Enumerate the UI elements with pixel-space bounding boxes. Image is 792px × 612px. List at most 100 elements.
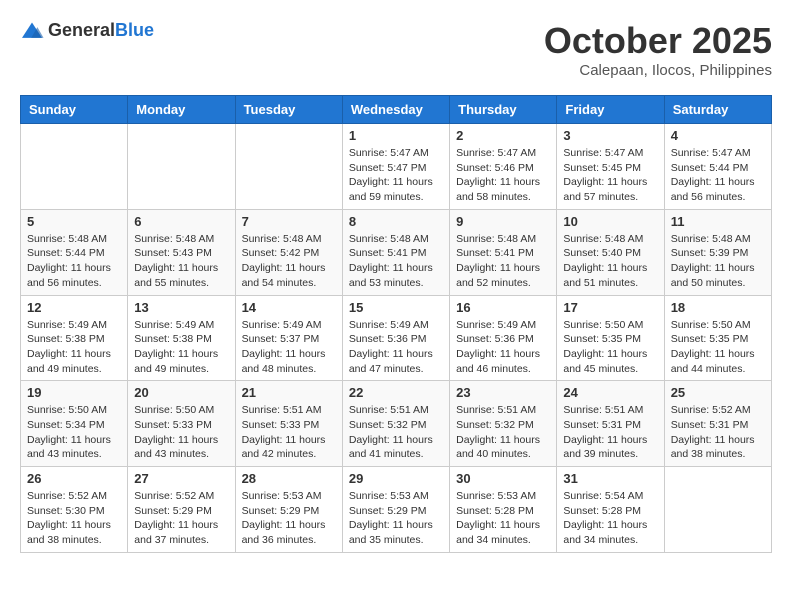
day-number: 30 [456, 471, 550, 486]
logo-blue: Blue [115, 20, 154, 40]
calendar-cell: 8Sunrise: 5:48 AM Sunset: 5:41 PM Daylig… [342, 209, 449, 295]
calendar-cell: 6 Sunrise: 5:48 AM Sunset: 5:43 PM Daylig… [128, 209, 235, 295]
day-info: Sunrise: 5:51 AM Sunset: 5:33 PM Dayligh… [242, 403, 336, 462]
day-number: 12 [27, 300, 121, 315]
day-info: Sunrise: 5:53 AM Sunset: 5:28 PM Dayligh… [456, 489, 550, 548]
calendar-cell: 11 Sunrise: 5:48 AM Sunset: 5:39 PM Dayli… [664, 209, 771, 295]
day-info: Sunrise: 5:48 AM Sunset: 5:44 PM Dayligh… [27, 232, 121, 291]
day-info: Sunrise: 5:48 AM Sunset: 5:42 PM Dayligh… [242, 232, 336, 291]
calendar-cell [664, 467, 771, 553]
calendar-cell: 29 Sunrise: 5:53 AM Sunset: 5:29 PM Dayli… [342, 467, 449, 553]
calendar-cell: 31Sunrise: 5:54 AM Sunset: 5:28 PM Dayli… [557, 467, 664, 553]
day-info: Sunrise: 5:54 AM Sunset: 5:28 PM Dayligh… [563, 489, 657, 548]
logo-icon [20, 21, 44, 41]
day-number: 1 [349, 128, 443, 143]
calendar-cell: 16Sunrise: 5:49 AM Sunset: 5:36 PM Dayli… [450, 295, 557, 381]
day-info: Sunrise: 5:47 AM Sunset: 5:47 PM Dayligh… [349, 146, 443, 205]
calendar-cell: 13 Sunrise: 5:49 AM Sunset: 5:38 PM Dayli… [128, 295, 235, 381]
day-number: 7 [242, 214, 336, 229]
calendar-table: SundayMondayTuesdayWednesdayThursdayFrid… [20, 95, 772, 553]
day-number: 22 [349, 385, 443, 400]
day-number: 6 [134, 214, 228, 229]
day-number: 24 [563, 385, 657, 400]
day-info: Sunrise: 5:50 AM Sunset: 5:35 PM Dayligh… [563, 318, 657, 377]
day-info: Sunrise: 5:48 AM Sunset: 5:43 PM Dayligh… [134, 232, 228, 291]
day-info: Sunrise: 5:48 AM Sunset: 5:41 PM Dayligh… [456, 232, 550, 291]
day-info: Sunrise: 5:51 AM Sunset: 5:31 PM Dayligh… [563, 403, 657, 462]
page-header: GeneralBlue October 2025 Calepaan, Iloco… [20, 20, 772, 79]
day-number: 4 [671, 128, 765, 143]
day-info: Sunrise: 5:51 AM Sunset: 5:32 PM Dayligh… [349, 403, 443, 462]
day-info: Sunrise: 5:48 AM Sunset: 5:41 PM Dayligh… [349, 232, 443, 291]
day-number: 13 [134, 300, 228, 315]
day-info: Sunrise: 5:49 AM Sunset: 5:36 PM Dayligh… [349, 318, 443, 377]
day-number: 29 [349, 471, 443, 486]
day-number: 23 [456, 385, 550, 400]
calendar-cell: 2Sunrise: 5:47 AM Sunset: 5:46 PM Daylig… [450, 124, 557, 210]
title-block: October 2025 Calepaan, Ilocos, Philippin… [544, 20, 772, 79]
day-info: Sunrise: 5:51 AM Sunset: 5:32 PM Dayligh… [456, 403, 550, 462]
day-info: Sunrise: 5:49 AM Sunset: 5:38 PM Dayligh… [27, 318, 121, 377]
day-number: 17 [563, 300, 657, 315]
day-number: 27 [134, 471, 228, 486]
day-info: Sunrise: 5:49 AM Sunset: 5:38 PM Dayligh… [134, 318, 228, 377]
day-info: Sunrise: 5:53 AM Sunset: 5:29 PM Dayligh… [242, 489, 336, 548]
calendar-cell: 27 Sunrise: 5:52 AM Sunset: 5:29 PM Dayli… [128, 467, 235, 553]
calendar-cell: 15Sunrise: 5:49 AM Sunset: 5:36 PM Dayli… [342, 295, 449, 381]
day-info: Sunrise: 5:50 AM Sunset: 5:34 PM Dayligh… [27, 403, 121, 462]
day-number: 14 [242, 300, 336, 315]
location-subtitle: Calepaan, Ilocos, Philippines [544, 62, 772, 79]
day-number: 18 [671, 300, 765, 315]
week-row-3: 19Sunrise: 5:50 AM Sunset: 5:34 PM Dayli… [21, 381, 772, 467]
calendar-cell: 1 Sunrise: 5:47 AM Sunset: 5:47 PM Daylig… [342, 124, 449, 210]
month-title: October 2025 [544, 20, 772, 62]
day-info: Sunrise: 5:52 AM Sunset: 5:31 PM Dayligh… [671, 403, 765, 462]
logo: GeneralBlue [20, 20, 154, 41]
day-info: Sunrise: 5:48 AM Sunset: 5:40 PM Dayligh… [563, 232, 657, 291]
week-row-2: 12 Sunrise: 5:49 AM Sunset: 5:38 PM Dayli… [21, 295, 772, 381]
weekday-monday: Monday [128, 96, 235, 124]
day-number: 28 [242, 471, 336, 486]
day-info: Sunrise: 5:47 AM Sunset: 5:45 PM Dayligh… [563, 146, 657, 205]
calendar-cell: 18 Sunrise: 5:50 AM Sunset: 5:35 PM Dayli… [664, 295, 771, 381]
weekday-header-row: SundayMondayTuesdayWednesdayThursdayFrid… [21, 96, 772, 124]
calendar-cell: 25 Sunrise: 5:52 AM Sunset: 5:31 PM Dayli… [664, 381, 771, 467]
calendar-cell: 28 Sunrise: 5:53 AM Sunset: 5:29 PM Dayli… [235, 467, 342, 553]
weekday-thursday: Thursday [450, 96, 557, 124]
day-info: Sunrise: 5:53 AM Sunset: 5:29 PM Dayligh… [349, 489, 443, 548]
day-number: 9 [456, 214, 550, 229]
weekday-tuesday: Tuesday [235, 96, 342, 124]
weekday-sunday: Sunday [21, 96, 128, 124]
day-info: Sunrise: 5:48 AM Sunset: 5:39 PM Dayligh… [671, 232, 765, 291]
day-number: 11 [671, 214, 765, 229]
calendar-cell [21, 124, 128, 210]
calendar-cell: 14Sunrise: 5:49 AM Sunset: 5:37 PM Dayli… [235, 295, 342, 381]
calendar-cell: 20 Sunrise: 5:50 AM Sunset: 5:33 PM Dayli… [128, 381, 235, 467]
day-info: Sunrise: 5:52 AM Sunset: 5:29 PM Dayligh… [134, 489, 228, 548]
day-number: 26 [27, 471, 121, 486]
day-number: 20 [134, 385, 228, 400]
calendar-body: 1 Sunrise: 5:47 AM Sunset: 5:47 PM Daylig… [21, 124, 772, 553]
day-number: 5 [27, 214, 121, 229]
calendar-cell: 17 Sunrise: 5:50 AM Sunset: 5:35 PM Dayli… [557, 295, 664, 381]
weekday-friday: Friday [557, 96, 664, 124]
week-row-4: 26Sunrise: 5:52 AM Sunset: 5:30 PM Dayli… [21, 467, 772, 553]
day-info: Sunrise: 5:47 AM Sunset: 5:46 PM Dayligh… [456, 146, 550, 205]
day-info: Sunrise: 5:50 AM Sunset: 5:35 PM Dayligh… [671, 318, 765, 377]
week-row-1: 5 Sunrise: 5:48 AM Sunset: 5:44 PM Daylig… [21, 209, 772, 295]
day-info: Sunrise: 5:50 AM Sunset: 5:33 PM Dayligh… [134, 403, 228, 462]
weekday-wednesday: Wednesday [342, 96, 449, 124]
calendar-cell: 10Sunrise: 5:48 AM Sunset: 5:40 PM Dayli… [557, 209, 664, 295]
week-row-0: 1 Sunrise: 5:47 AM Sunset: 5:47 PM Daylig… [21, 124, 772, 210]
day-number: 25 [671, 385, 765, 400]
calendar-cell: 4Sunrise: 5:47 AM Sunset: 5:44 PM Daylig… [664, 124, 771, 210]
logo-general: General [48, 20, 115, 40]
calendar-cell: 7 Sunrise: 5:48 AM Sunset: 5:42 PM Daylig… [235, 209, 342, 295]
day-info: Sunrise: 5:49 AM Sunset: 5:36 PM Dayligh… [456, 318, 550, 377]
calendar-cell: 21Sunrise: 5:51 AM Sunset: 5:33 PM Dayli… [235, 381, 342, 467]
calendar-cell [235, 124, 342, 210]
calendar-cell: 5 Sunrise: 5:48 AM Sunset: 5:44 PM Daylig… [21, 209, 128, 295]
weekday-saturday: Saturday [664, 96, 771, 124]
calendar-cell [128, 124, 235, 210]
calendar-cell: 9 Sunrise: 5:48 AM Sunset: 5:41 PM Daylig… [450, 209, 557, 295]
